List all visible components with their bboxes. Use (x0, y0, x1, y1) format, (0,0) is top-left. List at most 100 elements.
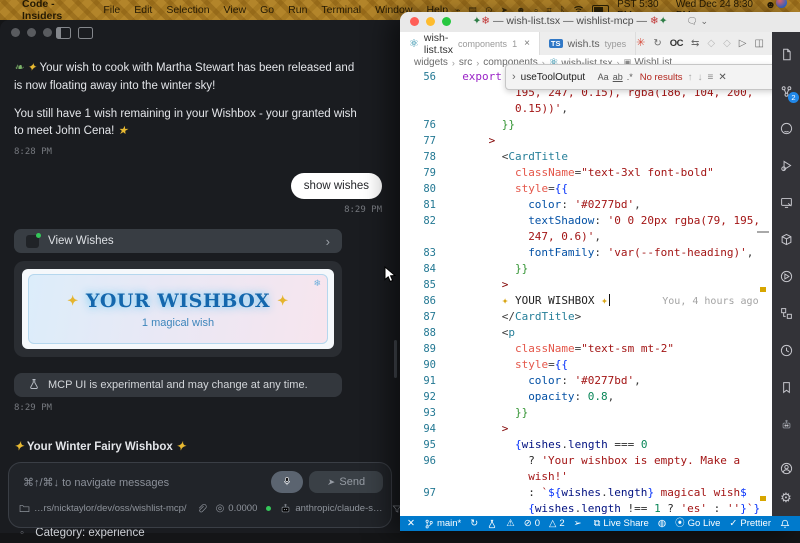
code-line-77[interactable]: 77> (400, 133, 772, 149)
code-line-89[interactable]: 89className="text-sm mt-2" (400, 341, 772, 357)
code-line-96[interactable]: 96? 'Your wishbox is empty. Make a (400, 453, 772, 469)
regex-toggle[interactable]: .* (627, 72, 633, 82)
next-match-icon[interactable]: ↓ (697, 72, 702, 83)
scrollbar-marker[interactable] (757, 231, 769, 233)
activity-screen-icon[interactable] (778, 194, 794, 210)
status-broadcast[interactable]: ⦿Go Live (675, 518, 720, 529)
status-warning[interactable]: △2 (549, 518, 565, 529)
history-icon[interactable]: ↻ (653, 38, 661, 49)
activity-pointer-icon[interactable] (778, 268, 794, 284)
view-wishes-expander[interactable]: View Wishes › (14, 229, 342, 253)
menu-go[interactable]: Go (260, 4, 274, 16)
activity-graph-icon[interactable]: 2 (778, 83, 794, 99)
code-line-81[interactable]: 81color: '#0277bd', (400, 197, 772, 213)
mic-button[interactable] (271, 471, 303, 493)
menu-terminal[interactable]: Terminal (321, 4, 361, 16)
code-line-78[interactable]: 78<CardTitle (400, 149, 772, 165)
layout-toggle-icon[interactable] (78, 27, 93, 39)
match-case-toggle[interactable]: Aa (598, 72, 609, 82)
activity-account-icon[interactable] (778, 460, 794, 476)
code-line-94[interactable]: 94> (400, 421, 772, 437)
status-alert[interactable]: ⚠ (506, 519, 515, 529)
activity-debug-icon[interactable] (778, 157, 794, 173)
menu-run[interactable]: Run (288, 4, 307, 16)
zoom-window-button[interactable] (43, 28, 52, 37)
whole-word-toggle[interactable]: ab (613, 72, 623, 82)
status-branch[interactable]: main* (424, 518, 461, 529)
activity-components-icon[interactable] (778, 305, 794, 321)
breadcrumb-widgets[interactable]: widgets (414, 57, 448, 68)
status-share[interactable]: ⧉Live Share (594, 518, 649, 529)
code-line-90[interactable]: 90style={{ (400, 357, 772, 373)
hotreload-icon[interactable]: ✳ (636, 38, 645, 49)
code-line-86[interactable]: 86✦ YOUR WISHBOX ✦You, 4 hours ago (400, 293, 772, 309)
user-icon[interactable]: ☻ (765, 0, 776, 11)
code-line-76[interactable]: 76}} (400, 117, 772, 133)
chat-scrollbar[interactable] (394, 340, 397, 378)
code-line-wrap[interactable]: {wishes.length !== 1 ? 'es' : ''}`} (400, 501, 772, 516)
code-line-79[interactable]: 79className="text-3xl font-bold" (400, 165, 772, 181)
status-check[interactable]: ✓Prettier (729, 518, 771, 529)
activity-settings-icon[interactable]: ⚙ (778, 490, 794, 506)
activity-github-icon[interactable] (778, 120, 794, 136)
status-sync[interactable]: ↻ (470, 519, 478, 529)
status-close[interactable]: ✕ (407, 519, 415, 529)
app-menu-title[interactable]: Code - Insiders (22, 0, 92, 22)
close-window-button[interactable] (11, 28, 20, 37)
code-line-84[interactable]: 84}} (400, 261, 772, 277)
code-line-88[interactable]: 88<p (400, 325, 772, 341)
code-line-82[interactable]: 82textShadow: '0 0 20px rgba(79, 195, (400, 213, 772, 229)
code-line-85[interactable]: 85> (400, 277, 772, 293)
code-line-97[interactable]: 97: `${wishes.length} magical wish$ (400, 485, 772, 501)
menu-selection[interactable]: Selection (166, 4, 209, 16)
code-line-wrap[interactable]: wish!' (400, 469, 772, 485)
menu-view[interactable]: View (224, 4, 247, 16)
send-button[interactable]: ➤ Send (309, 471, 383, 493)
message-composer[interactable]: ⌘↑/⌘↓ to navigate messages ➤ Send …rs/ni… (8, 462, 392, 528)
composer-placeholder[interactable]: ⌘↑/⌘↓ to navigate messages (23, 476, 169, 489)
compare-icon[interactable]: ⇆ (691, 38, 699, 49)
activity-package-icon[interactable] (778, 231, 794, 247)
code-line-87[interactable]: 87</CardTitle> (400, 309, 772, 325)
activity-clock-icon[interactable] (778, 342, 794, 358)
tab-wish-list-tsx[interactable]: ⚛ wish-list.tsx components 1 × (400, 32, 540, 55)
status-bell[interactable] (780, 519, 790, 529)
code-line-wrap[interactable]: 247, 0.6)', (400, 229, 772, 245)
status-error[interactable]: ⊘0 (524, 518, 540, 529)
find-widget[interactable]: › useToolOutput Aa ab .* No results ↑ ↓ … (505, 64, 772, 90)
previous-match-icon[interactable]: ↑ (687, 72, 692, 83)
dim-icon[interactable]: ◇ (707, 38, 715, 49)
close-tab-icon[interactable]: × (524, 38, 530, 49)
code-line-80[interactable]: 80style={{ (400, 181, 772, 197)
activity-robot-icon[interactable] (778, 416, 794, 432)
code-content[interactable]: 56export fu195, 247, 0.15), rgba(186, 10… (400, 69, 772, 516)
playcircle-icon[interactable]: ▷ (739, 38, 747, 49)
robot-meta[interactable]: anthropic/claude-s… (280, 503, 382, 514)
code-line-83[interactable]: 83fontFamily: 'var(--font-heading)', (400, 245, 772, 261)
code-line-92[interactable]: 92opacity: 0.8, (400, 389, 772, 405)
toggle-replace-icon[interactable]: › (512, 71, 516, 83)
menu-edit[interactable]: Edit (134, 4, 152, 16)
find-input[interactable]: useToolOutput (521, 72, 593, 83)
close-find-icon[interactable]: ✕ (718, 72, 726, 83)
code-line-wrap[interactable]: 0.15))', (400, 101, 772, 117)
status-beaker[interactable] (487, 519, 497, 529)
minimize-window-button[interactable] (27, 28, 36, 37)
status-cookie[interactable]: ◍ (658, 519, 666, 529)
dim-icon[interactable]: ◇ (723, 38, 731, 49)
oc-icon[interactable]: OC (670, 38, 683, 49)
tab-wish-ts[interactable]: TS wish.ts types (540, 32, 636, 55)
sidebar-toggle-icon[interactable] (56, 27, 71, 39)
activity-file-icon[interactable] (778, 46, 794, 62)
breadcrumb-src[interactable]: src (459, 57, 472, 68)
code-line-93[interactable]: 93}} (400, 405, 772, 421)
green-dot-meta[interactable] (266, 506, 271, 511)
code-line-91[interactable]: 91color: '#0277bd', (400, 373, 772, 389)
code-editor[interactable]: widgets›src›components›⚛ wish-list.tsx›▣… (400, 55, 772, 516)
code-line-95[interactable]: 95{wishes.length === 0 (400, 437, 772, 453)
find-in-selection-icon[interactable]: ≡ (707, 72, 713, 83)
wishbox-widget[interactable]: ❄ ✦ YOUR WISHBOX ✦ 1 magical wish (28, 274, 328, 344)
siri-icon[interactable] (776, 0, 787, 11)
paperclip-meta[interactable] (196, 503, 207, 514)
status-rocket[interactable]: ➢ (574, 519, 582, 529)
